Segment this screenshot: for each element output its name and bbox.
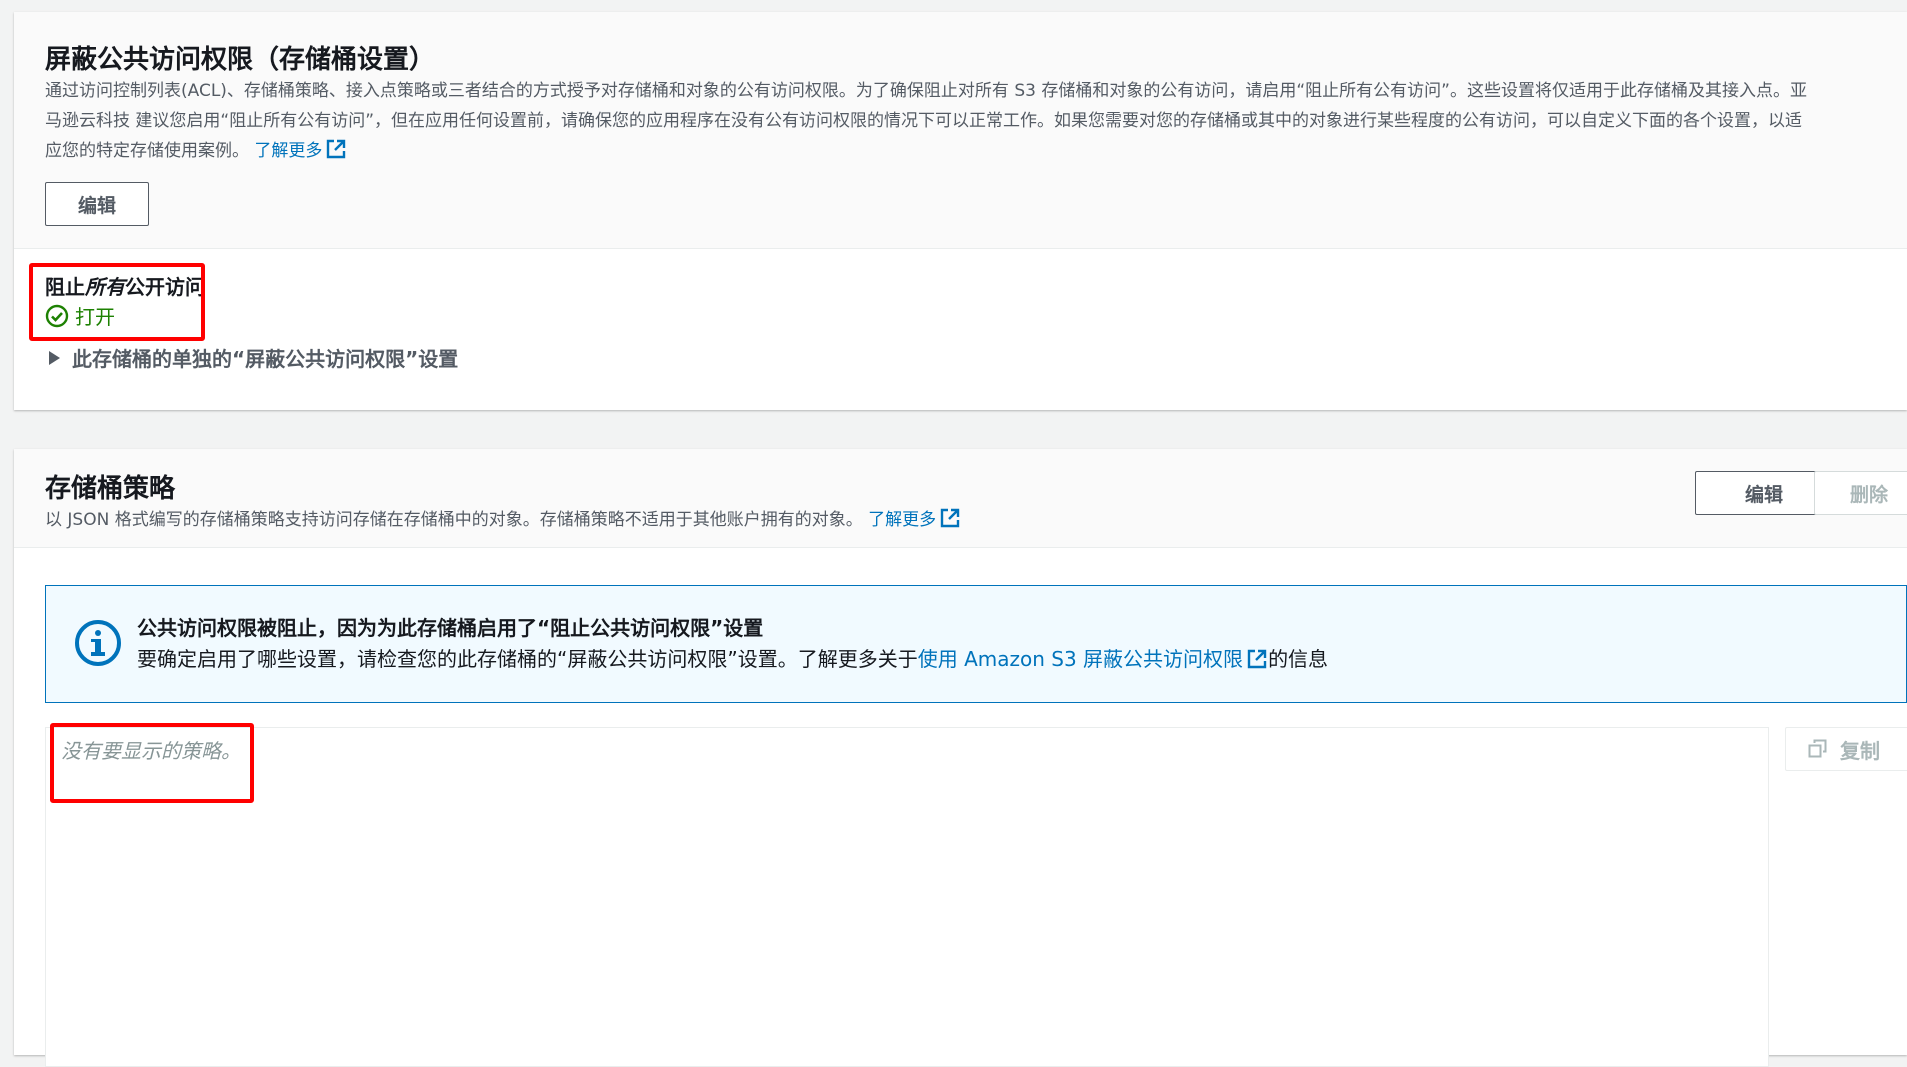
description-line-3: 应您的特定存储使用案例。 bbox=[45, 141, 249, 161]
block-all-public-access-status: 打开 bbox=[45, 301, 115, 330]
bucket-policy-delete-button[interactable]: 删除 bbox=[1814, 471, 1907, 515]
alert-link-label: 使用 Amazon S3 屏蔽公共访问权限 bbox=[917, 647, 1244, 671]
public-access-blocked-alert: 公共访问权限被阻止，因为为此存储桶启用了“阻止公共访问权限”设置 要确定启用了哪… bbox=[45, 585, 1907, 703]
individual-settings-expander[interactable]: 此存储桶的单独的“屏蔽公共访问权限”设置 bbox=[45, 343, 458, 372]
check-circle-icon bbox=[45, 304, 69, 327]
caret-right-icon bbox=[49, 350, 60, 365]
status-value-text: 打开 bbox=[75, 305, 115, 329]
block-public-access-description: 通过访问控制列表(ACL)、存储桶策略、接入点策略或三者结合的方式授予对存储桶和… bbox=[45, 76, 1905, 166]
expander-label: 此存储桶的单独的“屏蔽公共访问权限”设置 bbox=[72, 347, 459, 371]
learn-more-label: 了解更多 bbox=[254, 141, 323, 161]
copy-icon bbox=[1808, 739, 1827, 758]
block-public-access-title: 屏蔽公共访问权限（存储桶设置） bbox=[45, 45, 436, 75]
external-link-icon bbox=[940, 508, 960, 528]
bucket-policy-title: 存储桶策略 bbox=[45, 474, 176, 504]
description-line-3-row: 应您的特定存储使用案例。 了解更多 bbox=[45, 136, 1905, 166]
bucket-policy-edit-button[interactable]: 编辑 bbox=[1695, 471, 1833, 515]
bucket-policy-panel: 存储桶策略 以 JSON 格式编写的存储桶策略支持访问存储在存储桶中的对象。存储… bbox=[14, 449, 1907, 1067]
external-link-icon bbox=[1247, 649, 1267, 669]
external-link-icon bbox=[327, 139, 346, 159]
copy-policy-button[interactable]: 复制 bbox=[1785, 727, 1907, 771]
block-all-public-access-label: 阻止所有公开访问 bbox=[45, 271, 205, 300]
alert-learn-link[interactable]: 使用 Amazon S3 屏蔽公共访问权限 bbox=[918, 647, 1268, 671]
policy-placeholder-text: 没有要显示的策略。 bbox=[61, 739, 241, 763]
alert-body: 要确定启用了哪些设置，请检查您的此存储桶的“屏蔽公共访问权限”设置。了解更多关于… bbox=[137, 643, 1328, 672]
bucket-policy-description-text: 以 JSON 格式编写的存储桶策略支持访问存储在存储桶中的对象。存储桶策略不适用… bbox=[45, 510, 863, 530]
description-line-2: 马逊云科技 建议您启用“阻止所有公有访问”，但在应用任何设置前，请确保您的应用程… bbox=[45, 111, 1803, 131]
alert-body-prefix: 要确定启用了哪些设置，请检查您的此存储桶的“屏蔽公共访问权限”设置。了解更多关于 bbox=[137, 647, 918, 671]
info-icon bbox=[75, 620, 121, 666]
copy-label: 复制 bbox=[1840, 738, 1880, 763]
status-label-suffix: 公开访问 bbox=[125, 275, 205, 299]
block-public-access-panel: 屏蔽公共访问权限（存储桶设置） 通过访问控制列表(ACL)、存储桶策略、接入点策… bbox=[14, 12, 1907, 410]
description-line-1: 通过访问控制列表(ACL)、存储桶策略、接入点策略或三者结合的方式授予对存储桶和… bbox=[45, 81, 1807, 101]
alert-title: 公共访问权限被阻止，因为为此存储桶启用了“阻止公共访问权限”设置 bbox=[137, 616, 764, 640]
policy-code-viewer[interactable] bbox=[45, 727, 1769, 1067]
bucket-policy-learn-more-link[interactable]: 了解更多 bbox=[868, 508, 961, 530]
status-label-prefix: 阻止 bbox=[45, 275, 85, 299]
bucket-policy-learn-more-label: 了解更多 bbox=[868, 510, 937, 530]
status-label-emphasis: 所有 bbox=[85, 275, 125, 299]
learn-more-link[interactable]: 了解更多 bbox=[254, 139, 347, 161]
block-public-access-edit-button[interactable]: 编辑 bbox=[45, 182, 149, 226]
bucket-policy-description: 以 JSON 格式编写的存储桶策略支持访问存储在存储桶中的对象。存储桶策略不适用… bbox=[45, 505, 961, 535]
alert-body-suffix: 的信息 bbox=[1268, 647, 1329, 671]
